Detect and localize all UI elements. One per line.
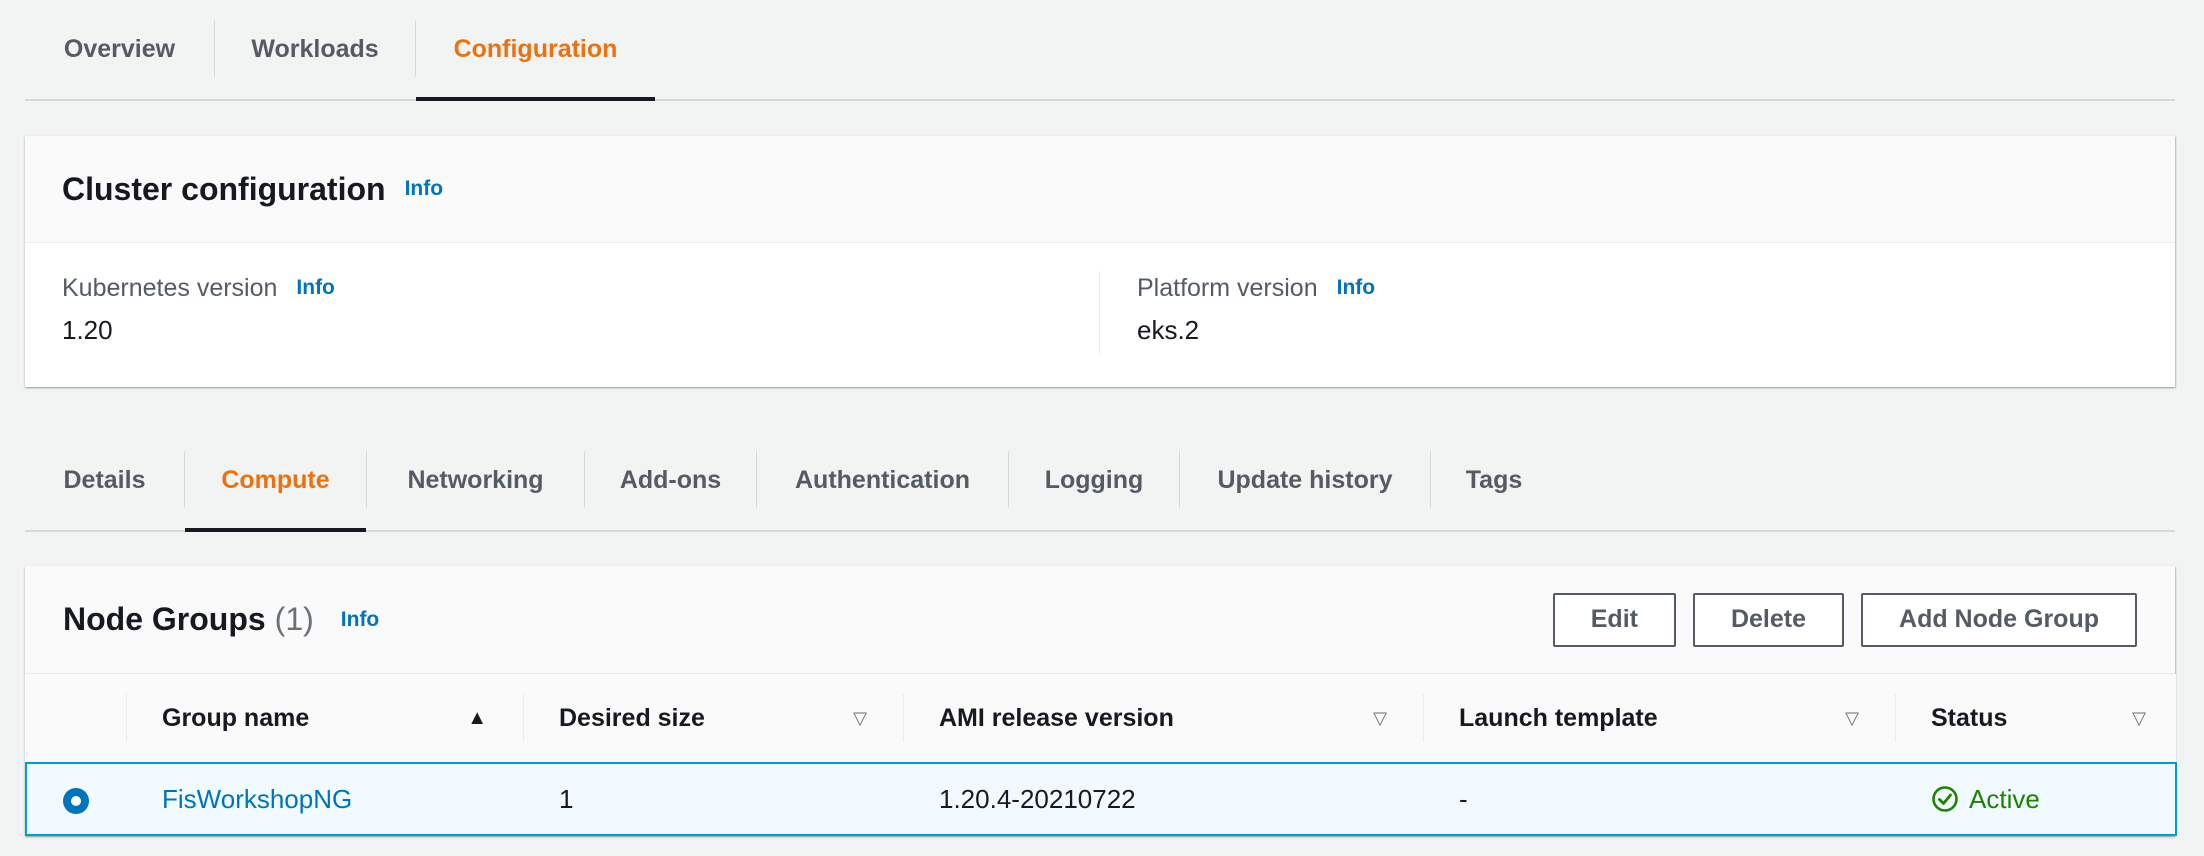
status-cell: Active	[1895, 762, 2177, 836]
cluster-configuration-title: Cluster configuration	[62, 170, 386, 207]
sort-descending-outline-icon[interactable]: ▽	[1845, 708, 1859, 729]
delete-button[interactable]: Delete	[1692, 592, 1845, 647]
column-header-group-name-label: Group name	[162, 703, 310, 732]
cluster-configuration-header: Cluster configuration Info	[25, 136, 2175, 243]
node-groups-table: Group name ▲ Desired size ▽ AMI release …	[25, 674, 2177, 836]
node-groups-title: Node Groups (1)	[63, 601, 314, 638]
node-groups-title-text: Node Groups	[63, 601, 266, 637]
desired-size-cell: 1	[523, 762, 903, 836]
column-header-ami-release-version-label: AMI release version	[939, 703, 1174, 732]
select-column-header	[26, 674, 126, 764]
platform-version-label: Platform version	[1137, 273, 1318, 302]
column-header-status[interactable]: Status ▽	[1895, 674, 2176, 764]
kubernetes-version-value: 1.20	[62, 315, 113, 345]
cluster-configuration-info-link[interactable]: Info	[405, 177, 443, 201]
node-groups-actions: Edit Delete Add Node Group	[1552, 592, 2137, 647]
column-header-desired-size-label: Desired size	[559, 703, 705, 732]
column-header-launch-template-label: Launch template	[1459, 703, 1658, 732]
tab-configuration[interactable]: Configuration	[416, 0, 655, 101]
group-name-link[interactable]: FisWorkshopNG	[162, 784, 352, 814]
ami-release-version-cell: 1.20.4-20210722	[903, 762, 1423, 836]
kubernetes-version-label: Kubernetes version	[62, 273, 278, 302]
cluster-configuration-details: Kubernetes version Info 1.20 Platform ve…	[25, 243, 2175, 387]
column-header-desired-size[interactable]: Desired size ▽	[523, 674, 903, 764]
status-text: Active	[1969, 783, 2040, 814]
column-header-group-name[interactable]: Group name ▲	[126, 674, 523, 764]
table-header-row: Group name ▲ Desired size ▽ AMI release …	[26, 674, 2176, 764]
top-tab-bar: Overview Workloads Configuration	[25, 0, 2175, 101]
node-groups-info-link[interactable]: Info	[341, 608, 379, 632]
cluster-configuration-panel: Cluster configuration Info Kubernetes ve…	[25, 136, 2175, 387]
platform-version-value: eks.2	[1137, 315, 1200, 345]
tab-networking[interactable]: Networking	[367, 431, 584, 530]
sort-descending-outline-icon[interactable]: ▽	[2132, 708, 2146, 729]
tab-compute[interactable]: Compute	[185, 431, 366, 532]
group-name-cell: FisWorkshopNG	[126, 762, 523, 836]
column-header-status-label: Status	[1931, 703, 2008, 732]
node-groups-panel: Node Groups (1) Info Edit Delete Add Node…	[25, 566, 2177, 836]
column-header-launch-template[interactable]: Launch template ▽	[1423, 674, 1895, 764]
add-node-group-button[interactable]: Add Node Group	[1861, 592, 2137, 647]
table-row[interactable]: FisWorkshopNG 1 1.20.4-20210722 - Active	[25, 762, 2177, 836]
kubernetes-version-field: Kubernetes version Info 1.20	[25, 271, 1100, 355]
node-groups-count: (1)	[274, 601, 314, 637]
kubernetes-version-label-row: Kubernetes version Info	[62, 271, 1099, 305]
status-indicator: Active	[1931, 784, 2175, 815]
launch-template-cell: -	[1423, 762, 1895, 836]
node-groups-title-wrap: Node Groups (1) Info	[63, 601, 379, 638]
tab-add-ons[interactable]: Add-ons	[585, 431, 756, 530]
node-groups-header: Node Groups (1) Info Edit Delete Add Node…	[25, 566, 2175, 674]
check-circle-icon	[1932, 786, 1958, 812]
sort-ascending-icon[interactable]: ▲	[467, 707, 487, 730]
tab-authentication[interactable]: Authentication	[757, 431, 1008, 530]
tab-logging[interactable]: Logging	[1009, 431, 1179, 530]
platform-version-info-link[interactable]: Info	[1337, 276, 1375, 300]
kubernetes-version-info-link[interactable]: Info	[296, 276, 334, 300]
tab-workloads[interactable]: Workloads	[215, 0, 415, 99]
detail-tab-bar: Details Compute Networking Add-ons Authe…	[25, 431, 2175, 532]
sort-descending-outline-icon[interactable]: ▽	[853, 708, 867, 729]
radio-selected-icon[interactable]	[63, 787, 89, 814]
tab-update-history[interactable]: Update history	[1180, 431, 1430, 530]
edit-button[interactable]: Edit	[1552, 592, 1676, 647]
sort-descending-outline-icon[interactable]: ▽	[1373, 708, 1387, 729]
tab-overview[interactable]: Overview	[25, 0, 214, 99]
column-header-ami-release-version[interactable]: AMI release version ▽	[903, 674, 1423, 764]
platform-version-field: Platform version Info eks.2	[1100, 271, 2175, 355]
row-select-cell[interactable]	[25, 762, 126, 836]
platform-version-label-row: Platform version Info	[1137, 271, 2175, 305]
tab-details[interactable]: Details	[25, 431, 184, 530]
tab-tags[interactable]: Tags	[1431, 431, 1557, 530]
